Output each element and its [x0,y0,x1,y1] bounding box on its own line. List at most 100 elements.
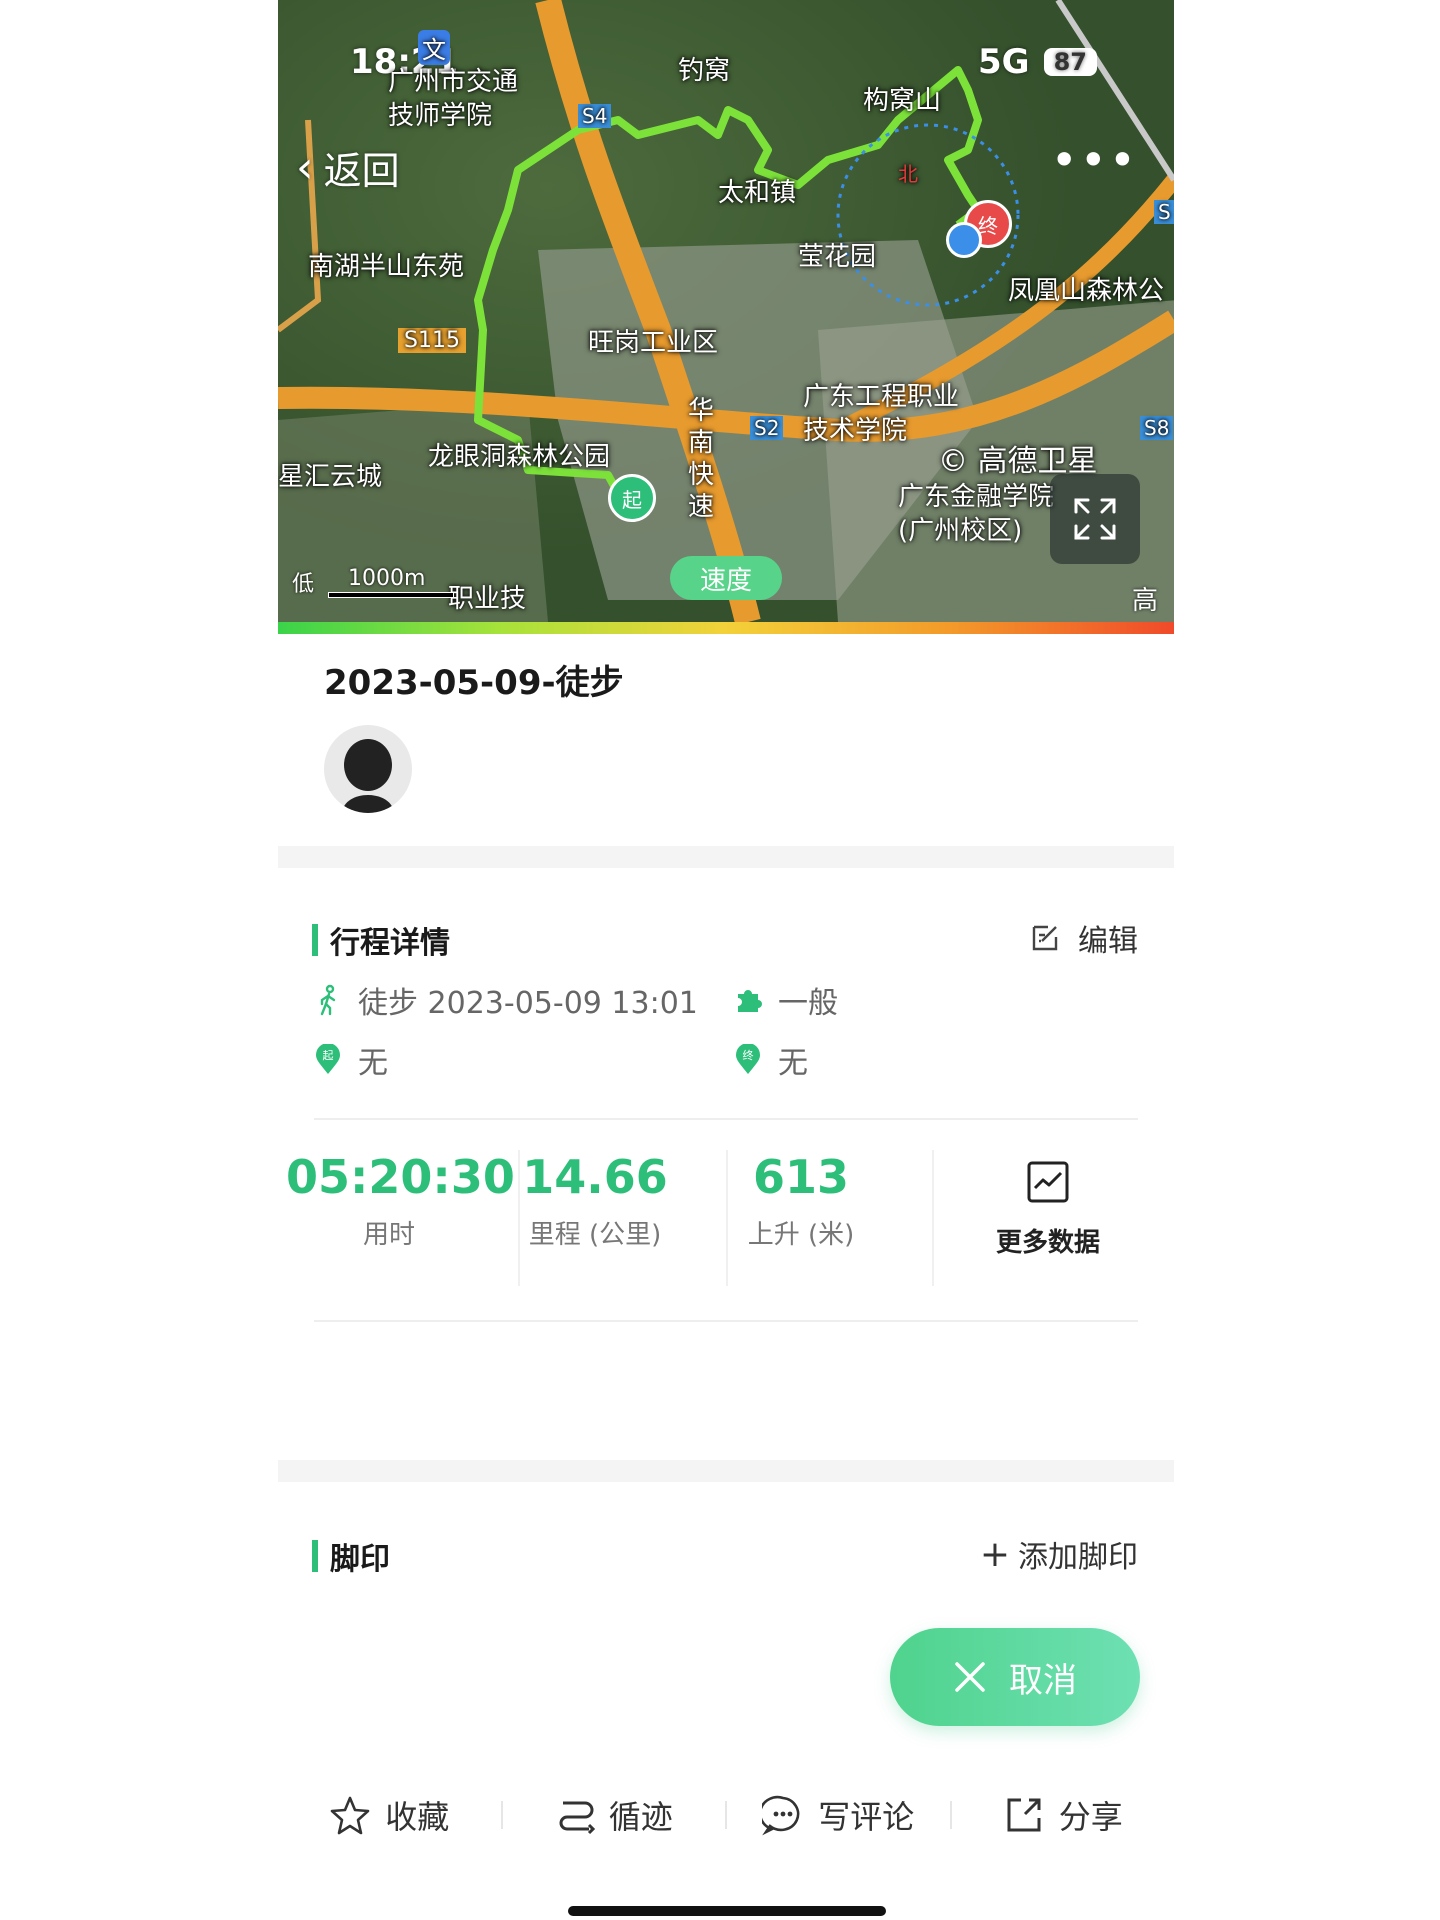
more-data-label: 更多数据 [995,1228,1100,1258]
divider [314,1118,1138,1120]
start-place-row: 起 无 [314,1038,388,1082]
map-label-xinghui: 星汇云城 [278,462,383,492]
comment-label: 写评论 [818,1798,915,1836]
current-location-dot [946,222,982,258]
trip-type-time: 徒步 2023-05-09 13:01 [358,986,698,1021]
map-label-tail: 职业技 [448,584,527,614]
comment-icon [762,1795,800,1836]
chart-icon [1027,1161,1069,1203]
close-icon [955,1662,985,1692]
add-footprint-label: 添加脚印 [1018,1540,1138,1575]
puzzle-icon [738,990,762,1012]
stat-ascent-label: 上升 (米) [747,1220,855,1250]
road-badge-s115: S115 [398,328,466,353]
expand-icon [1074,498,1116,540]
map-label-school1: 广州市交通技师学院 [388,67,519,131]
cancel-button[interactable]: 取消 [890,1628,1140,1726]
status-indicators: 5G 87 [978,42,1097,82]
follow-track-label: 循迹 [608,1798,673,1836]
map-scale: 低 1000m [292,566,454,598]
end-place-row: 终 无 [734,1038,808,1082]
start-marker-icon: 起 [316,1044,340,1074]
favorite-label: 收藏 [385,1798,450,1836]
section-accent-bar [312,1540,318,1572]
section-separator [278,1460,1174,1482]
start-place-value: 无 [358,1046,388,1081]
stat-ascent: 613 上升 (米) [698,1150,904,1251]
section-separator [278,846,1174,868]
scale-bar [328,592,454,598]
signal-label: 5G [978,42,1030,82]
trip-type-row: 徒步 2023-05-09 13:01 [314,978,698,1022]
back-label: 返回 [323,149,400,193]
map-label-tuyuan: 太和镇 [718,178,797,208]
svg-text:起: 起 [323,1049,334,1062]
road-badge-s8: S8 [1140,416,1174,440]
route-icon [559,1801,595,1835]
hiking-icon [320,984,336,1016]
edit-button[interactable]: 编辑 [1030,916,1138,960]
start-pin[interactable]: 起 [608,474,656,522]
phone-screen: 18:21 5G 87 ‹ 返回 ••• 文 广州市交通技师学院 钓窝 构窝山 … [278,0,1174,1920]
home-indicator [568,1906,886,1916]
road-badge-s5: S [1154,200,1174,224]
stat-distance-value: 14.66 [522,1150,668,1204]
map-label-diaowo: 钓窝 [678,56,731,86]
map-label-wen: 文 [418,30,450,65]
bottom-action-bar: 收藏 循迹 写评论 分享 [278,1780,1174,1850]
svg-text:终: 终 [743,1048,754,1062]
follow-track-button[interactable]: 循迹 [503,1792,726,1838]
speed-gradient-bar [278,622,1174,634]
add-footprint-button[interactable]: + 添加脚印 [980,1532,1138,1576]
speed-low-label: 低 [292,572,315,597]
stat-duration-value: 05:20:30 [286,1150,515,1204]
stat-ascent-value: 613 [752,1150,850,1204]
edit-icon [1032,925,1058,951]
track-map[interactable]: 18:21 5G 87 ‹ 返回 ••• 文 广州市交通技师学院 钓窝 构窝山 … [278,0,1174,622]
edit-label: 编辑 [1078,924,1138,959]
road-badge-s4: S4 [578,104,612,128]
trip-details-header: 行程详情 [312,918,450,962]
end-marker-icon: 终 [736,1044,760,1074]
speed-toggle-button[interactable]: 速度 [670,556,782,600]
comment-button[interactable]: 写评论 [727,1792,950,1838]
stat-duration-label: 用时 [362,1220,415,1250]
map-label-gouwo: 构窝山 [863,86,942,116]
difficulty-value: 一般 [778,986,838,1021]
footprint-title: 脚印 [330,1542,390,1577]
scale-distance-label: 1000m [348,566,426,591]
back-button[interactable]: ‹ 返回 [296,140,400,195]
star-icon [330,1796,370,1835]
stat-distance: 14.66 里程 (公里) [492,1150,698,1251]
avatar-silhouette-icon [342,739,394,813]
cancel-label: 取消 [1009,1660,1077,1701]
trip-title: 2023-05-09-徒步 [324,663,624,703]
share-button[interactable]: 分享 [952,1792,1175,1838]
map-label-longyan: 龙眼洞森林公园 [428,442,611,472]
favorite-button[interactable]: 收藏 [278,1792,501,1838]
end-place-value: 无 [778,1046,808,1081]
stat-duration: 05:20:30 用时 [286,1150,515,1251]
map-label-nanhu: 南湖半山东苑 [308,252,465,282]
chevron-left-icon: ‹ [296,142,314,193]
speed-high-label: 高 [1131,586,1158,616]
map-label-wanggang: 旺岗工业区 [588,328,719,358]
map-label-fenghuang: 凤凰山森林公 [1008,276,1165,306]
trip-details-title: 行程详情 [330,926,450,961]
map-label-huanan: 华南快速 [688,396,715,522]
road-badge-s2: S2 [750,416,784,440]
section-accent-bar [312,924,318,956]
stat-distance-label: 里程 (公里) [528,1220,662,1250]
more-options-icon[interactable]: ••• [1051,137,1138,183]
difficulty-row: 一般 [734,978,838,1022]
battery-badge: 87 [1043,48,1097,76]
avatar[interactable] [324,725,412,813]
divider [314,1320,1138,1322]
share-label: 分享 [1058,1798,1123,1836]
map-label-yinghua: 莹花园 [798,242,877,272]
fullscreen-button[interactable] [1050,474,1140,564]
stat-separator [932,1150,934,1286]
map-north-indicator: 北 [898,162,918,186]
share-icon [1007,1798,1041,1832]
more-data-button[interactable]: 更多数据 [958,1160,1138,1259]
